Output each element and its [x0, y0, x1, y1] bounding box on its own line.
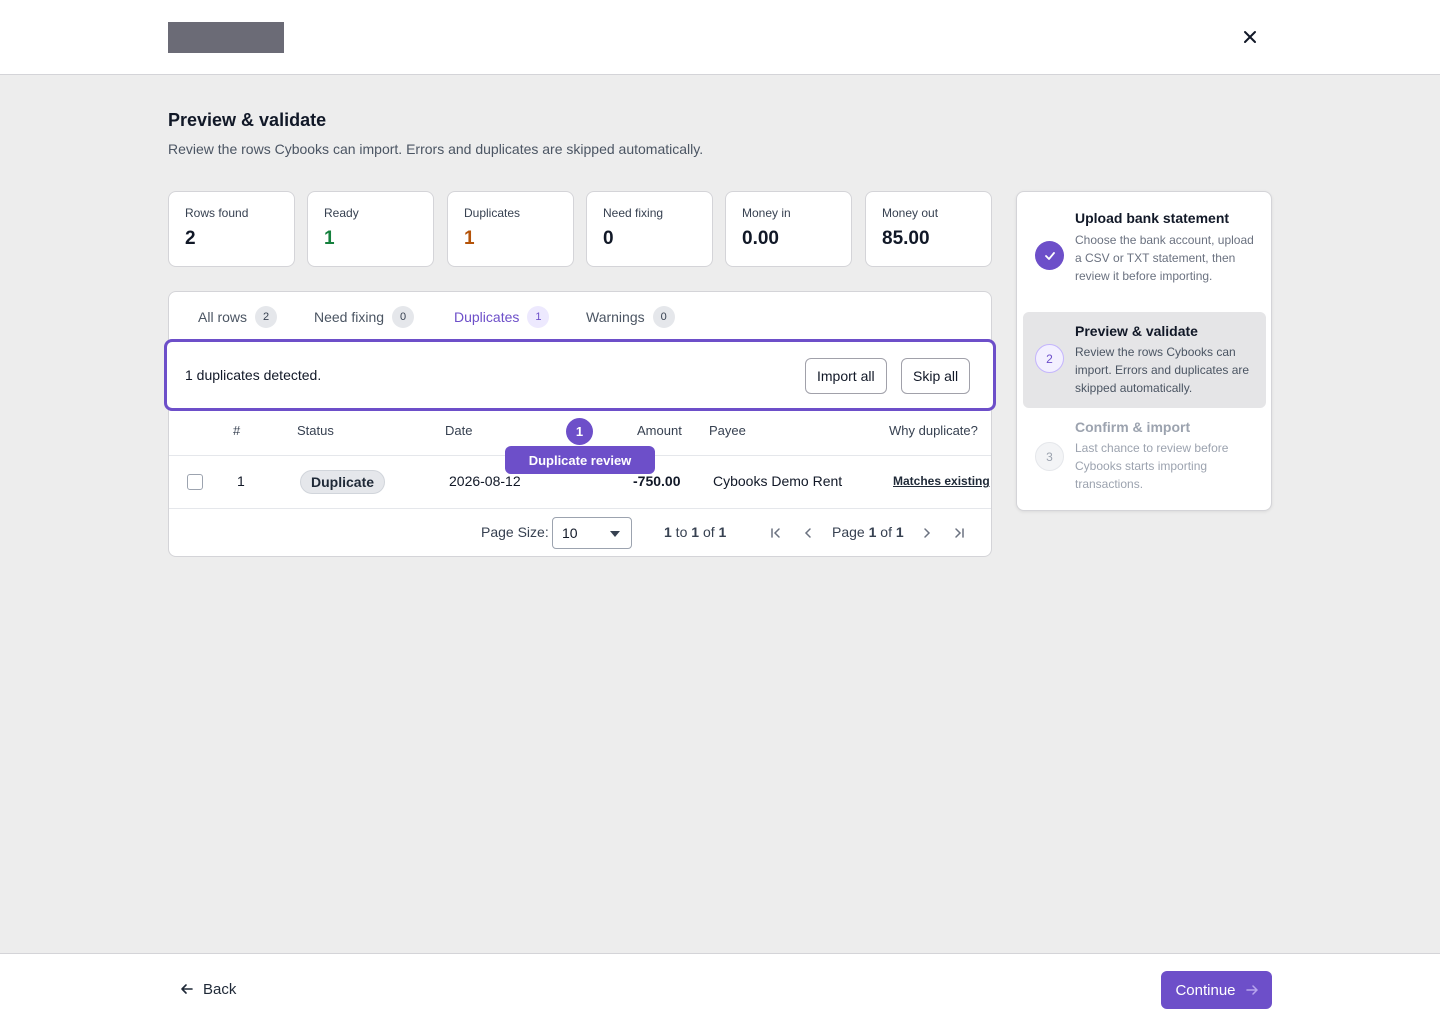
- step-description: Last chance to review before Cybooks sta…: [1075, 441, 1229, 491]
- tab-label: All rows: [198, 309, 248, 325]
- tab-duplicates[interactable]: Duplicates 1: [442, 292, 562, 342]
- top-bar: [0, 0, 1440, 75]
- step-description: Choose the bank account, upload a CSV or…: [1075, 233, 1254, 283]
- range-start: 1: [664, 524, 672, 540]
- first-page-icon: [771, 528, 780, 538]
- page-indicator: Page 1 of 1: [832, 524, 904, 540]
- tab-count: 1: [527, 306, 550, 328]
- row-why-duplicate-link[interactable]: Matches existing transaction: [893, 474, 990, 488]
- close-button[interactable]: [1238, 25, 1262, 49]
- skip-all-button[interactable]: Skip all: [901, 358, 971, 394]
- page-total: 1: [895, 524, 904, 540]
- step-preview-validate: 2 Preview & validate Review the rows Cyb…: [1023, 312, 1266, 408]
- continue-label: Continue: [1175, 981, 1236, 999]
- tab-count: 0: [392, 306, 415, 328]
- first-page-button[interactable]: [767, 524, 785, 542]
- tab-warnings[interactable]: Warnings 0: [586, 292, 675, 342]
- column-header-why-duplicate: Why duplicate?: [889, 423, 978, 438]
- chevron-right-icon: [924, 528, 931, 538]
- column-header-status: Status: [297, 423, 334, 438]
- continue-button[interactable]: Continue: [1161, 971, 1272, 1009]
- arrow-right-icon: [1245, 985, 1258, 995]
- row-checkbox[interactable]: [187, 474, 203, 490]
- tab-all-rows[interactable]: All rows 2: [198, 292, 278, 342]
- page-size-select[interactable]: 10: [552, 517, 632, 549]
- step-confirm-import: 3 Confirm & import Last chance to review…: [1023, 410, 1266, 506]
- page-title: Preview & validate: [168, 110, 327, 130]
- range-to: to: [671, 524, 692, 540]
- page-size-value: 10: [562, 525, 578, 541]
- tour-step-marker[interactable]: 1: [566, 418, 593, 445]
- step-title: Preview & validate: [1075, 323, 1198, 339]
- step-title: Confirm & import: [1075, 419, 1191, 435]
- stat-value: 1: [324, 228, 335, 249]
- stat-card-need-fixing: Need fixing 0: [586, 191, 713, 267]
- stat-label: Ready: [324, 206, 359, 220]
- stat-card-money-out: Money out 85.00: [865, 191, 992, 267]
- stat-card-money-in: Money in 0.00: [725, 191, 852, 267]
- row-payee: Cybooks Demo Rent: [713, 473, 843, 489]
- next-page-button[interactable]: [918, 524, 936, 542]
- chevron-left-icon: [804, 528, 811, 538]
- status-badge: Duplicate: [300, 470, 386, 494]
- tab-bar: All rows 2 Need fixing 0 Duplicates 1 Wa…: [169, 292, 991, 342]
- page-size-label: Page Size:: [481, 524, 549, 540]
- row-index: 1: [237, 473, 245, 489]
- range-total: 1: [718, 524, 727, 540]
- check-icon: [1035, 241, 1064, 270]
- tab-count: 0: [652, 306, 675, 328]
- stat-card-rows-found: Rows found 2: [168, 191, 295, 267]
- duplicates-message: 1 duplicates detected.: [185, 367, 322, 383]
- step-upload-bank-statement: Upload bank statement Choose the bank ac…: [1023, 200, 1266, 310]
- step-description: Review the rows Cybooks can import. Erro…: [1075, 345, 1250, 395]
- duplicates-bar: 1 duplicates detected. Import all Skip a…: [164, 339, 996, 411]
- import-all-button[interactable]: Import all: [805, 358, 887, 394]
- tab-count: 2: [255, 306, 278, 328]
- stat-card-ready: Ready 1: [307, 191, 434, 267]
- row-amount: -750.00: [633, 473, 681, 489]
- stat-card-duplicates: Duplicates 1: [447, 191, 574, 267]
- stat-value: 1: [464, 228, 475, 249]
- footer-bar: Back Continue: [0, 953, 1440, 1024]
- stat-label: Duplicates: [464, 206, 521, 220]
- page-subtitle: Review the rows Cybooks can import. Erro…: [168, 141, 704, 157]
- tab-label: Duplicates: [454, 309, 520, 325]
- column-header-index: #: [233, 423, 241, 438]
- tab-label: Need fixing: [314, 309, 385, 325]
- tab-need-fixing[interactable]: Need fixing 0: [314, 292, 415, 342]
- stat-value: 2: [185, 228, 196, 249]
- page-of: of: [876, 524, 896, 540]
- logo: [168, 22, 284, 53]
- back-label: Back: [203, 980, 237, 998]
- range-end: 1: [691, 524, 700, 540]
- page-prefix: Page: [832, 524, 869, 540]
- stat-label: Money in: [742, 206, 791, 220]
- caret-down-icon: [610, 531, 620, 537]
- tab-label: Warnings: [586, 309, 645, 325]
- previous-page-button[interactable]: [799, 524, 817, 542]
- stat-value: 0.00: [742, 228, 779, 249]
- stat-label: Rows found: [185, 206, 249, 220]
- column-header-amount: Amount: [637, 423, 682, 438]
- table-footer-divider: [169, 508, 991, 509]
- row-range: 1 to 1 of 1: [664, 524, 726, 540]
- step-title: Upload bank statement: [1075, 210, 1230, 226]
- column-header-payee: Payee: [709, 423, 746, 438]
- back-button[interactable]: Back: [180, 978, 236, 1000]
- last-page-button[interactable]: [950, 524, 968, 542]
- close-icon: [1244, 31, 1256, 43]
- row-date: 2026-08-12: [449, 473, 521, 489]
- last-page-icon: [955, 528, 964, 538]
- tour-tooltip: Duplicate review: [505, 446, 655, 474]
- column-header-date: Date: [445, 423, 473, 438]
- stat-value: 85.00: [882, 228, 930, 249]
- import-steps-card: Upload bank statement Choose the bank ac…: [1016, 191, 1272, 511]
- step-number: 3: [1035, 442, 1064, 471]
- arrow-left-icon: [181, 984, 193, 994]
- step-number: 2: [1035, 344, 1064, 373]
- stat-label: Need fixing: [603, 206, 664, 220]
- stat-value: 0: [603, 228, 614, 249]
- stat-label: Money out: [882, 206, 939, 220]
- range-of: of: [699, 524, 719, 540]
